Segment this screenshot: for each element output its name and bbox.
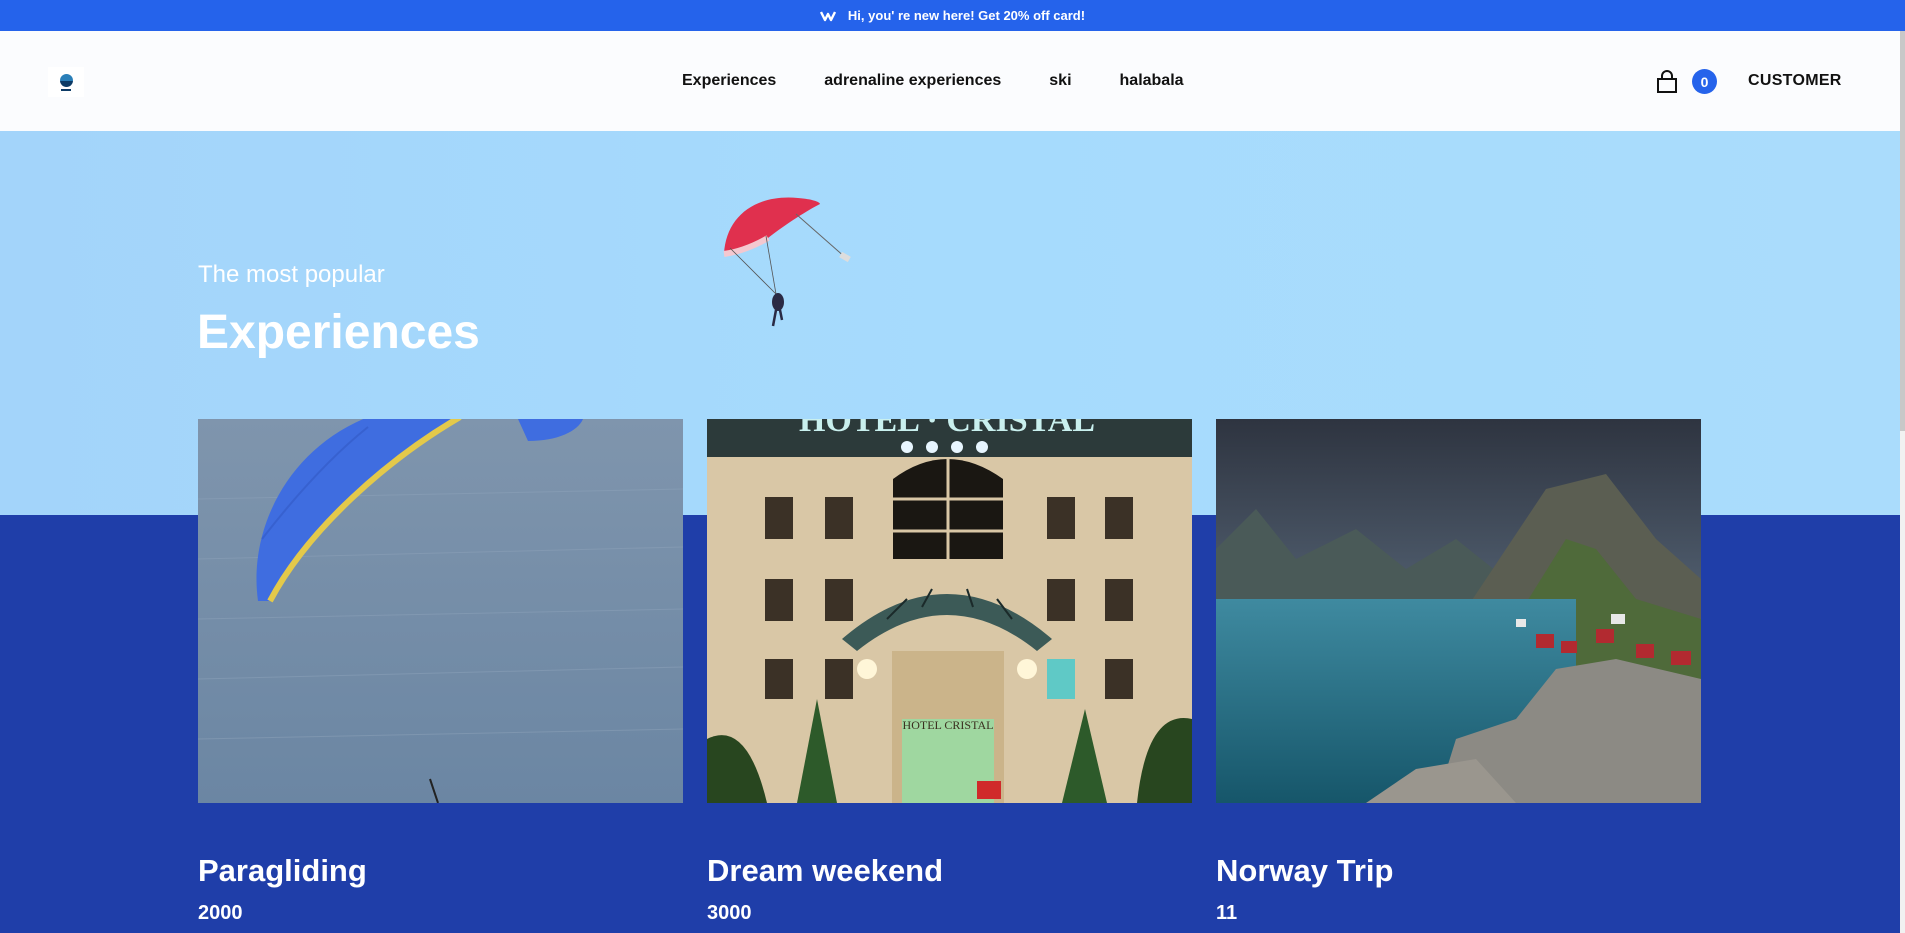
- experience-card-norway-trip[interactable]: Norway Trip 11: [1216, 419, 1701, 924]
- nav-item-adrenaline-experiences[interactable]: adrenaline experiences: [824, 72, 1001, 90]
- main-nav: Experiences adrenaline experiences ski h…: [682, 31, 1184, 131]
- card-image-dream-weekend[interactable]: HOTEL · CRISTAL HOTEL CRISTAL: [707, 419, 1192, 803]
- announcement-bar: Hi, you' re new here! Get 20% off card!: [0, 0, 1905, 31]
- cart-count-badge: 0: [1692, 69, 1717, 94]
- svg-text:HOTEL · CRISTAL: HOTEL · CRISTAL: [799, 419, 1095, 439]
- site-header: Experiences adrenaline experiences ski h…: [0, 31, 1900, 131]
- parachute-image: [723, 197, 851, 327]
- experience-card-dream-weekend[interactable]: HOTEL · CRISTAL HOTEL CRISTAL Dream week…: [707, 419, 1192, 924]
- site-logo[interactable]: [48, 67, 84, 97]
- nav-item-experiences[interactable]: Experiences: [682, 72, 776, 90]
- card-price: 11: [1216, 902, 1238, 924]
- hero-title: Experiences: [197, 306, 480, 359]
- card-price: 3000: [707, 902, 752, 924]
- card-title[interactable]: Dream weekend: [707, 853, 943, 889]
- announcement-text: Hi, you' re new here! Get 20% off card!: [847, 8, 1086, 23]
- nav-item-halabala[interactable]: halabala: [1120, 72, 1184, 90]
- card-price: 2000: [198, 902, 243, 924]
- card-image-paragliding[interactable]: [198, 419, 683, 803]
- wave-icon: [819, 10, 836, 21]
- svg-text:HOTEL CRISTAL: HOTEL CRISTAL: [903, 718, 994, 732]
- scrollbar-thumb[interactable]: [1900, 31, 1905, 431]
- nav-item-ski[interactable]: ski: [1049, 72, 1071, 90]
- shopping-bag-icon[interactable]: [1656, 70, 1678, 94]
- hero-subtitle: The most popular: [198, 261, 385, 288]
- card-title[interactable]: Paragliding: [198, 853, 367, 889]
- card-image-norway-trip[interactable]: [1216, 419, 1701, 803]
- page-scrollbar[interactable]: [1900, 31, 1905, 933]
- card-title[interactable]: Norway Trip: [1216, 853, 1393, 889]
- customer-account-link[interactable]: CUSTOMER: [1748, 72, 1842, 90]
- experience-card-paragliding[interactable]: Paragliding 2000: [198, 419, 683, 924]
